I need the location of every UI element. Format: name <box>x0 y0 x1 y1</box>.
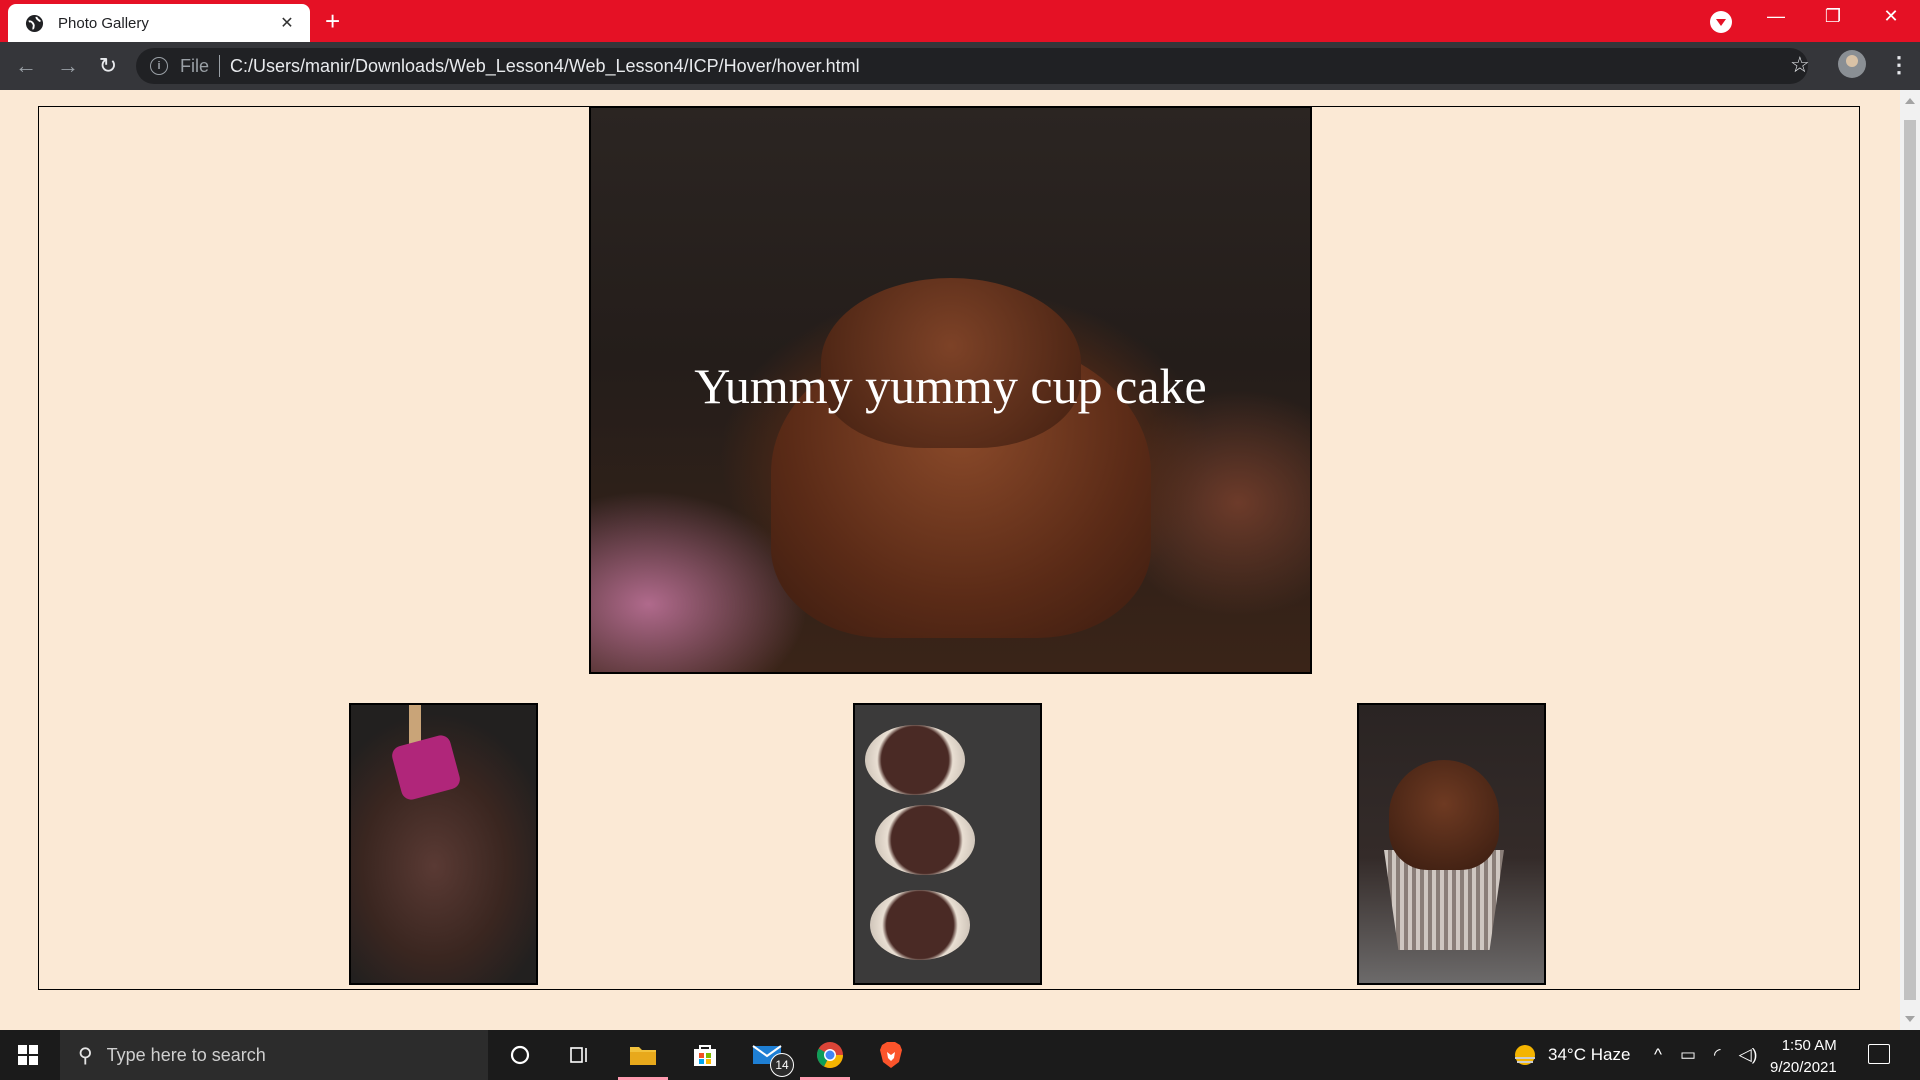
taskbar-search-box[interactable]: ⚲ Type here to search <box>60 1030 488 1080</box>
notification-icon[interactable] <box>1868 1044 1890 1064</box>
thumbnail-cupcake[interactable] <box>1357 703 1546 985</box>
tab-title: Photo Gallery <box>58 14 149 32</box>
hero-image[interactable]: Yummy yummy cup cake <box>589 106 1312 674</box>
clock-date: 9/20/2021 <box>1770 1059 1837 1076</box>
address-bar[interactable]: i File C:/Users/manir/Downloads/Web_Less… <box>136 48 1808 84</box>
new-tab-button[interactable]: + <box>325 6 340 36</box>
forward-button[interactable]: → <box>56 54 80 78</box>
browser-tab-strip: Photo Gallery ✕ + — ❐ ✕ <box>0 0 1920 42</box>
divider <box>219 55 221 77</box>
reload-button[interactable]: ↻ <box>96 54 120 78</box>
vertical-scrollbar[interactable] <box>1900 90 1920 1030</box>
cortana-icon[interactable] <box>505 1040 535 1070</box>
task-view-icon[interactable] <box>565 1040 595 1070</box>
thumbnail-batter-bowl[interactable] <box>349 703 538 985</box>
browser-menu-icon[interactable]: ⋮ <box>1888 52 1910 78</box>
volume-icon[interactable]: ◁) <box>1739 1045 1758 1065</box>
site-info-icon[interactable]: i <box>150 57 168 75</box>
file-explorer-icon[interactable] <box>628 1040 658 1070</box>
battery-icon[interactable]: ▭ <box>1680 1045 1696 1065</box>
browser-toolbar: ← → ↻ i File C:/Users/manir/Downloads/We… <box>0 42 1920 90</box>
photo-gallery-container: Yummy yummy cup cake <box>38 106 1860 990</box>
tab-close-icon[interactable]: ✕ <box>276 13 298 33</box>
back-button[interactable]: ← <box>14 54 38 78</box>
store-icon[interactable] <box>690 1040 720 1070</box>
bookmark-star-icon[interactable]: ☆ <box>1790 52 1810 78</box>
minimize-button[interactable]: — <box>1756 6 1796 27</box>
weather-widget[interactable]: 34°C Haze <box>1512 1030 1630 1080</box>
chevron-up-icon[interactable]: ^ <box>1654 1045 1662 1065</box>
windows-start-icon[interactable] <box>18 1045 38 1065</box>
tab-photo-gallery[interactable]: Photo Gallery ✕ <box>8 4 310 42</box>
cupcake-liner <box>870 890 970 960</box>
search-icon: ⚲ <box>78 1044 93 1067</box>
wifi-icon[interactable]: ◜ <box>1714 1045 1721 1065</box>
profile-avatar[interactable] <box>1838 50 1866 78</box>
page-viewport: Yummy yummy cup cake <box>0 90 1900 1030</box>
globe-icon <box>25 14 44 32</box>
hero-caption: Yummy yummy cup cake <box>694 358 1207 414</box>
clock-time: 1:50 AM <box>1781 1037 1837 1054</box>
windows-taskbar: ⚲ Type here to search 34°C Haze ^ ▭ ◜ ◁)… <box>0 1030 1920 1080</box>
clock[interactable]: 1:50 AM 9/20/2021 <box>1770 1035 1837 1079</box>
weather-haze-icon <box>1515 1045 1535 1065</box>
extension-download-icon[interactable] <box>1710 11 1732 33</box>
weather-text: 34°C Haze <box>1548 1045 1631 1064</box>
system-tray: ^ ▭ ◜ ◁) <box>1654 1030 1757 1080</box>
chrome-icon[interactable] <box>815 1040 845 1070</box>
thumbnail-row <box>39 703 1859 985</box>
brave-icon[interactable] <box>876 1040 906 1070</box>
url-text[interactable]: C:/Users/manir/Downloads/Web_Lesson4/Web… <box>230 56 860 77</box>
scroll-down-icon[interactable] <box>1905 1016 1915 1022</box>
search-placeholder: Type here to search <box>106 1044 266 1065</box>
cupcake-liner <box>875 805 975 875</box>
scheme-label: File <box>180 55 210 76</box>
spatula-head <box>389 733 463 802</box>
mail-badge: 14 <box>770 1053 794 1077</box>
restore-button[interactable]: ❐ <box>1813 6 1853 27</box>
cupcake-liner <box>865 725 965 795</box>
thumbnail-muffin-tin[interactable] <box>853 703 1042 985</box>
scrollbar-thumb[interactable] <box>1904 120 1916 1000</box>
cupcake-top <box>1389 760 1499 870</box>
close-window-button[interactable]: ✕ <box>1871 6 1911 27</box>
scroll-up-icon[interactable] <box>1905 98 1915 104</box>
